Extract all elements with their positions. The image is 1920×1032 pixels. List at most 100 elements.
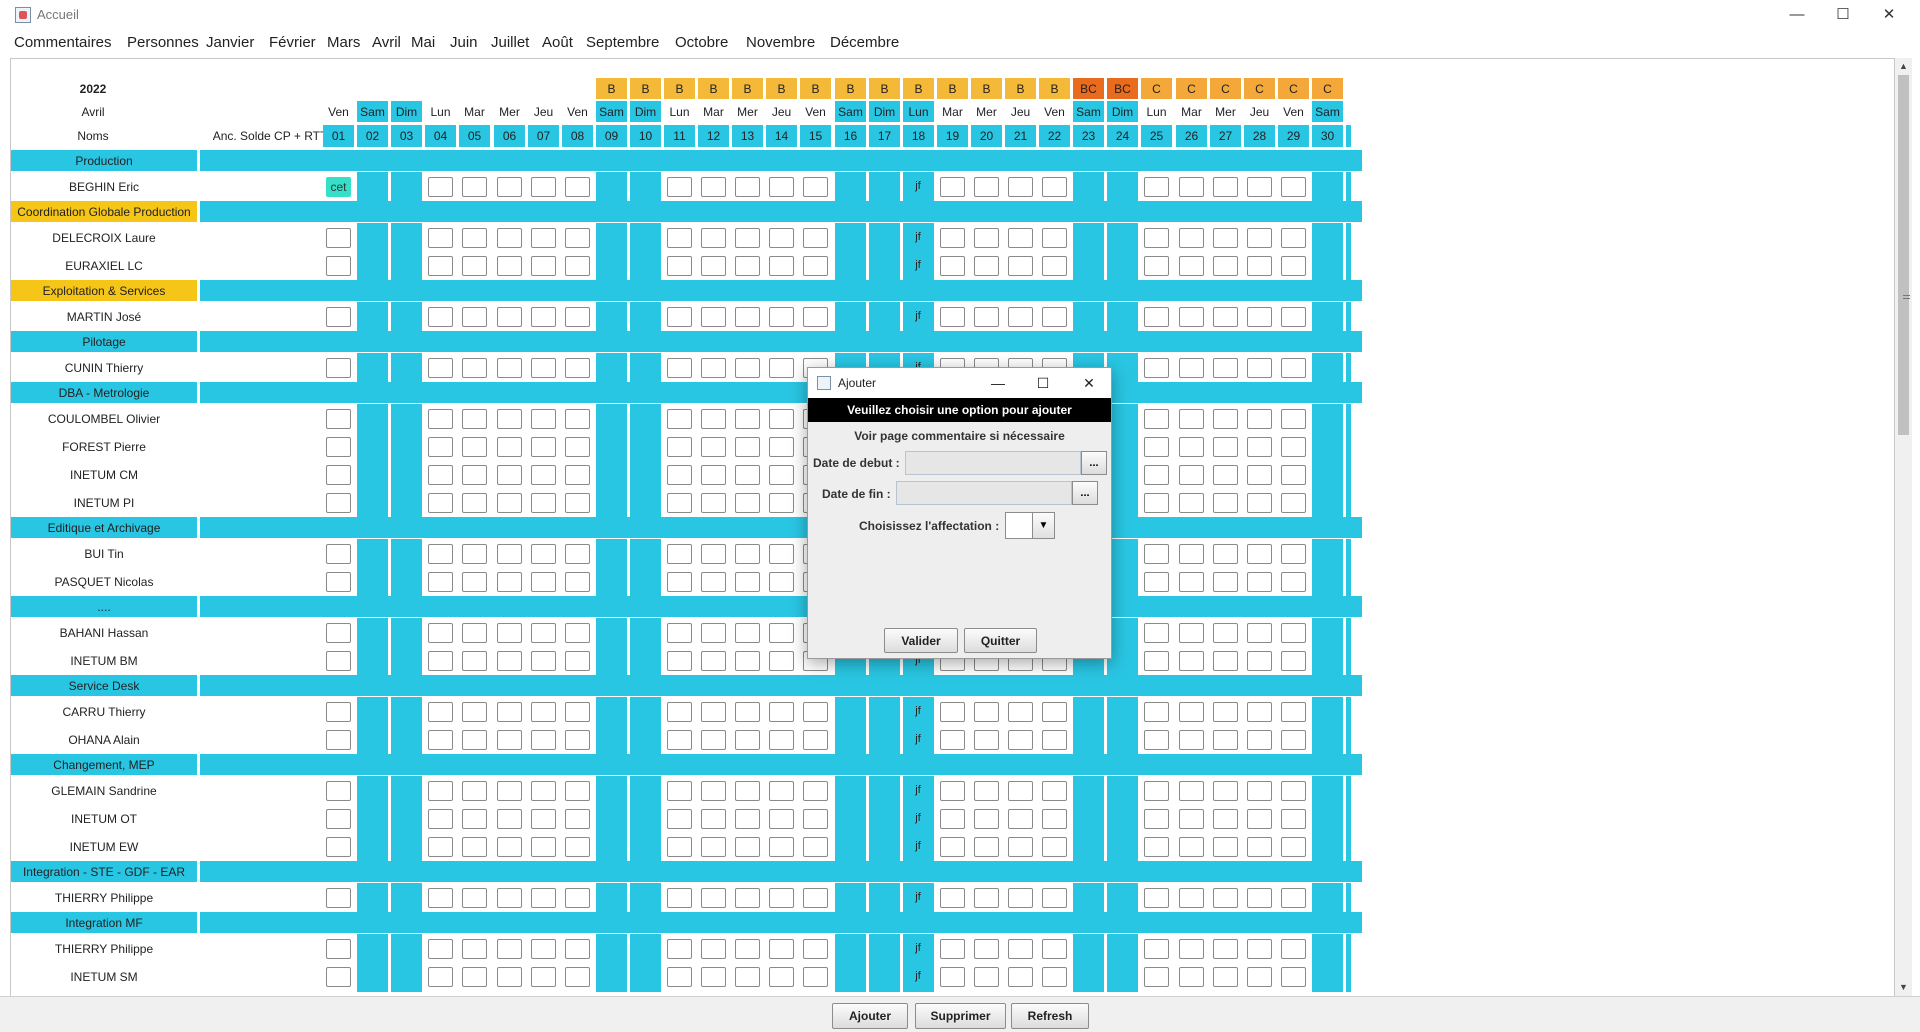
- day-checkbox[interactable]: [497, 702, 522, 722]
- day-checkbox[interactable]: [1247, 888, 1272, 908]
- day-checkbox[interactable]: [1179, 809, 1204, 829]
- day-checkbox[interactable]: [428, 623, 453, 643]
- day-checkbox[interactable]: [735, 177, 760, 197]
- day-checkbox[interactable]: [462, 809, 487, 829]
- day-checkbox[interactable]: [769, 572, 794, 592]
- day-checkbox[interactable]: [803, 967, 828, 987]
- day-checkbox[interactable]: [1281, 702, 1306, 722]
- day-checkbox[interactable]: [326, 228, 351, 248]
- day-checkbox[interactable]: [1179, 939, 1204, 959]
- dialog-close-button[interactable]: ✕: [1078, 372, 1100, 394]
- day-checkbox[interactable]: [769, 465, 794, 485]
- day-checkbox[interactable]: [565, 493, 590, 513]
- day-checkbox[interactable]: [1247, 781, 1272, 801]
- day-checkbox[interactable]: [1008, 967, 1033, 987]
- day-checkbox[interactable]: [1213, 837, 1238, 857]
- day-checkbox[interactable]: [1042, 307, 1067, 327]
- day-checkbox[interactable]: [497, 809, 522, 829]
- day-checkbox[interactable]: [1247, 939, 1272, 959]
- close-button[interactable]: ✕: [1866, 0, 1912, 30]
- day-checkbox[interactable]: [497, 437, 522, 457]
- day-checkbox[interactable]: [1042, 939, 1067, 959]
- day-checkbox[interactable]: [701, 809, 726, 829]
- day-checkbox[interactable]: [1179, 493, 1204, 513]
- day-checkbox[interactable]: [497, 493, 522, 513]
- day-checkbox[interactable]: [565, 358, 590, 378]
- day-checkbox[interactable]: [1179, 228, 1204, 248]
- day-checkbox[interactable]: [735, 307, 760, 327]
- day-checkbox[interactable]: [531, 623, 556, 643]
- day-checkbox[interactable]: [462, 544, 487, 564]
- day-checkbox[interactable]: [667, 967, 692, 987]
- day-checkbox[interactable]: [1281, 409, 1306, 429]
- vertical-scrollbar[interactable]: ▲ ▼: [1895, 58, 1912, 996]
- day-checkbox[interactable]: [326, 544, 351, 564]
- day-checkbox[interactable]: [531, 544, 556, 564]
- day-checkbox[interactable]: [565, 177, 590, 197]
- end-date-picker-button[interactable]: ...: [1072, 481, 1098, 505]
- scroll-down-icon[interactable]: ▼: [1895, 979, 1912, 996]
- day-checkbox[interactable]: [701, 465, 726, 485]
- day-checkbox[interactable]: [1213, 465, 1238, 485]
- day-checkbox[interactable]: [1247, 651, 1272, 671]
- day-checkbox[interactable]: [701, 572, 726, 592]
- day-checkbox[interactable]: [667, 307, 692, 327]
- day-checkbox[interactable]: [1144, 651, 1169, 671]
- day-checkbox[interactable]: [462, 307, 487, 327]
- day-checkbox[interactable]: [1281, 572, 1306, 592]
- day-checkbox[interactable]: [497, 623, 522, 643]
- menu-aout[interactable]: Août: [542, 34, 573, 51]
- day-checkbox[interactable]: [1281, 837, 1306, 857]
- menu-juillet[interactable]: Juillet: [491, 34, 529, 51]
- day-checkbox[interactable]: [428, 572, 453, 592]
- day-checkbox[interactable]: [803, 256, 828, 276]
- day-checkbox[interactable]: [1213, 493, 1238, 513]
- day-checkbox[interactable]: [326, 437, 351, 457]
- day-checkbox[interactable]: [497, 465, 522, 485]
- day-checkbox[interactable]: [565, 256, 590, 276]
- day-checkbox[interactable]: [701, 493, 726, 513]
- day-checkbox[interactable]: [462, 358, 487, 378]
- day-checkbox[interactable]: [1213, 730, 1238, 750]
- day-checkbox[interactable]: [769, 781, 794, 801]
- day-checkbox[interactable]: [428, 781, 453, 801]
- day-checkbox[interactable]: [326, 781, 351, 801]
- day-checkbox[interactable]: [735, 730, 760, 750]
- day-checkbox[interactable]: [1281, 967, 1306, 987]
- day-checkbox[interactable]: [769, 702, 794, 722]
- day-checkbox[interactable]: [428, 702, 453, 722]
- day-checkbox[interactable]: [735, 358, 760, 378]
- day-checkbox[interactable]: [974, 307, 999, 327]
- day-checkbox[interactable]: [497, 358, 522, 378]
- day-checkbox[interactable]: [940, 228, 965, 248]
- day-checkbox[interactable]: [974, 967, 999, 987]
- day-checkbox[interactable]: [735, 651, 760, 671]
- day-checkbox[interactable]: [1213, 939, 1238, 959]
- day-checkbox[interactable]: [769, 437, 794, 457]
- day-checkbox[interactable]: [1179, 409, 1204, 429]
- day-checkbox[interactable]: [667, 358, 692, 378]
- day-checkbox[interactable]: [735, 437, 760, 457]
- day-checkbox[interactable]: [1247, 307, 1272, 327]
- cet-checkbox[interactable]: cet: [326, 177, 351, 197]
- day-checkbox[interactable]: [1042, 702, 1067, 722]
- day-checkbox[interactable]: [769, 837, 794, 857]
- day-checkbox[interactable]: [565, 888, 590, 908]
- day-checkbox[interactable]: [1042, 837, 1067, 857]
- day-checkbox[interactable]: [1247, 358, 1272, 378]
- day-checkbox[interactable]: [565, 437, 590, 457]
- day-checkbox[interactable]: [531, 888, 556, 908]
- day-checkbox[interactable]: [565, 409, 590, 429]
- day-checkbox[interactable]: [1247, 256, 1272, 276]
- menu-commentaires[interactable]: Commentaires: [14, 34, 112, 51]
- day-checkbox[interactable]: [326, 256, 351, 276]
- day-checkbox[interactable]: [1144, 572, 1169, 592]
- day-checkbox[interactable]: [701, 730, 726, 750]
- day-checkbox[interactable]: [974, 837, 999, 857]
- day-checkbox[interactable]: [667, 623, 692, 643]
- delete-button[interactable]: Supprimer: [915, 1003, 1006, 1029]
- day-checkbox[interactable]: [565, 837, 590, 857]
- day-checkbox[interactable]: [667, 888, 692, 908]
- day-checkbox[interactable]: [667, 228, 692, 248]
- day-checkbox[interactable]: [531, 781, 556, 801]
